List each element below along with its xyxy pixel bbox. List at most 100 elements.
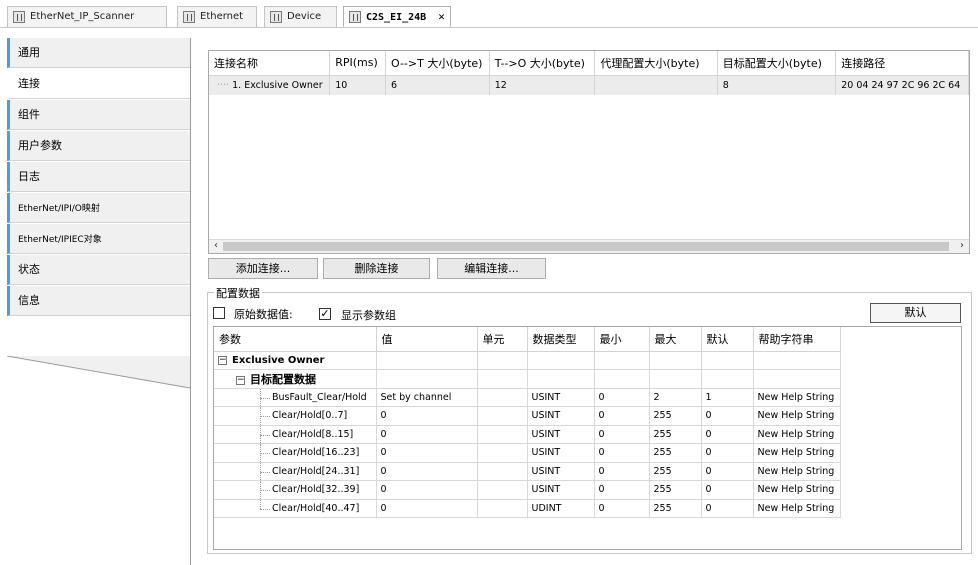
group-row[interactable]: − 目标配置数据 [214,369,841,389]
param-cell: Clear/Hold[8..15] [214,425,377,444]
column-header[interactable]: O-->T 大小(byte) [385,51,490,76]
table-row[interactable]: BusFault_Clear/Hold Set by channel USINT… [214,388,841,407]
column-header[interactable]: 目标配置大小(byte) [717,51,837,76]
table-row[interactable]: Clear/Hold[16..23] 0 USINT 0 255 0 New H… [214,443,841,463]
min-cell: 0 [594,406,650,426]
editor-tab-strip: EtherNet_IP_Scanner Ethernet Device C2S_… [0,0,978,28]
sidebar-item-connection[interactable]: 连接 [7,69,190,99]
param-cell: Clear/Hold[16..23] [214,443,377,463]
collapse-icon[interactable]: − [236,375,245,385]
sidebar-item-general[interactable]: 通用 [7,38,190,68]
column-header[interactable]: 最小 [594,327,650,352]
column-header[interactable]: 最大 [649,327,702,352]
sidebar-item-label: 状态 [18,263,40,276]
table-cell: 8 [717,75,837,95]
sidebar-item-label: EtherNet/IPIEC对象 [18,235,102,245]
default-button[interactable]: 默认 [870,303,961,323]
sidebar-item-label: 日志 [18,170,40,183]
show-groups-checkbox[interactable]: ✓ [319,308,331,320]
default-cell: 1 [701,388,754,407]
scrollbar-thumb[interactable] [223,242,949,251]
type-cell: UDINT [527,499,595,518]
param-cell: Clear/Hold[0..7] [214,406,377,426]
column-header[interactable]: 代理配置大小(byte) [594,51,718,76]
value-cell[interactable]: 0 [376,480,478,500]
unit-cell [477,425,528,444]
close-icon[interactable]: ✕ [438,7,445,27]
parameter-table[interactable]: 参数 值 单元 数据类型 最小 最大 默认 帮助字符串 − Exclusive O… [213,326,962,550]
table-cell: 6 [385,75,490,95]
scroll-left-icon[interactable]: ‹ [209,239,223,253]
value-cell[interactable]: Set by channel [376,388,478,407]
sidebar-item-user-parameters[interactable]: 用户参数 [7,131,190,161]
type-cell: USINT [527,443,595,463]
sidebar-item-io-mapping[interactable]: EtherNet/IPI/O映射 [7,193,190,223]
column-header[interactable]: 单元 [477,327,528,352]
default-cell: 0 [701,480,754,500]
column-header[interactable]: 默认 [701,327,754,352]
sidebar-item-components[interactable]: 组件 [7,100,190,130]
sidebar-item-log[interactable]: 日志 [7,162,190,192]
value-cell[interactable]: 0 [376,443,478,463]
column-header[interactable]: 参数 [214,327,377,352]
table-row[interactable]: ···· 1. Exclusive Owner 10 6 12 8 20 04 … [209,75,969,95]
table-row[interactable]: Clear/Hold[40..47] 0 UDINT 0 255 0 New H… [214,499,841,518]
tab-c2s-ei-24b[interactable]: C2S_EI_24B ✕ [343,6,451,27]
table-row[interactable]: Clear/Hold[32..39] 0 USINT 0 255 0 New H… [214,480,841,500]
max-cell: 255 [649,480,702,500]
edit-connection-button[interactable]: 编辑连接... [437,258,546,279]
column-header[interactable]: 连接路径 [835,51,969,76]
min-cell: 0 [594,499,650,518]
show-groups-label: 显示参数组 [341,309,396,322]
tab-label: Device [287,11,322,22]
sidebar-item-label: 用户参数 [18,139,62,152]
delete-connection-button[interactable]: 删除连接 [323,258,430,279]
column-header[interactable]: 连接名称 [209,51,331,76]
group-label: 目标配置数据 [250,372,316,386]
add-connection-button[interactable]: 添加连接... [208,258,318,279]
tab-label: EtherNet_IP_Scanner [30,11,135,22]
value-cell[interactable]: 0 [376,499,478,518]
tab-ethernet-ip-scanner[interactable]: EtherNet_IP_Scanner [7,6,167,27]
param-name: Clear/Hold[0..7] [272,410,348,422]
unit-cell [477,406,528,426]
scroll-right-icon[interactable]: › [955,239,969,253]
sidebar-item-information[interactable]: 信息 [7,286,190,316]
table-row[interactable]: Clear/Hold[8..15] 0 USINT 0 255 0 New He… [214,425,841,444]
group-row[interactable]: − Exclusive Owner [214,351,841,370]
min-cell: 0 [594,388,650,407]
raw-values-label: 原始数据值: [234,308,293,321]
tab-device[interactable]: Device [264,6,337,27]
type-cell: USINT [527,406,595,426]
value-cell[interactable]: 0 [376,406,478,426]
collapse-icon[interactable]: − [218,355,227,365]
column-header[interactable]: T-->O 大小(byte) [489,51,596,76]
param-name: Clear/Hold[24..31] [272,465,360,477]
raw-values-checkbox[interactable] [213,307,225,319]
max-cell: 255 [649,462,702,481]
group-cell: − Exclusive Owner [214,351,377,370]
column-header[interactable]: 帮助字符串 [753,327,841,352]
tab-ethernet[interactable]: Ethernet [177,6,257,27]
column-header[interactable]: 数据类型 [527,327,595,352]
table-cell [594,75,718,95]
table-row[interactable]: Clear/Hold[0..7] 0 USINT 0 255 0 New Hel… [214,406,841,426]
type-cell: USINT [527,480,595,500]
sidebar-item-status[interactable]: 状态 [7,255,190,285]
value-cell[interactable]: 0 [376,462,478,481]
horizontal-scrollbar[interactable]: ‹ › [209,239,969,253]
device-icon [270,11,282,23]
value-cell[interactable]: 0 [376,425,478,444]
sidebar-item-iec-objects[interactable]: EtherNet/IPIEC对象 [7,224,190,254]
column-header[interactable]: 值 [376,327,478,352]
column-header[interactable]: RPI(ms) [329,51,386,76]
connection-name: 1. Exclusive Owner [232,79,323,91]
connection-table[interactable]: 连接名称 RPI(ms) O-->T 大小(byte) T-->O 大小(byt… [208,50,970,254]
param-cell: Clear/Hold[40..47] [214,499,377,518]
help-cell: New Help String [753,388,841,407]
help-cell: New Help String [753,499,841,518]
sidebar-wedge [7,356,191,389]
min-cell: 0 [594,462,650,481]
help-cell: New Help String [753,406,841,426]
table-row[interactable]: Clear/Hold[24..31] 0 USINT 0 255 0 New H… [214,462,841,481]
